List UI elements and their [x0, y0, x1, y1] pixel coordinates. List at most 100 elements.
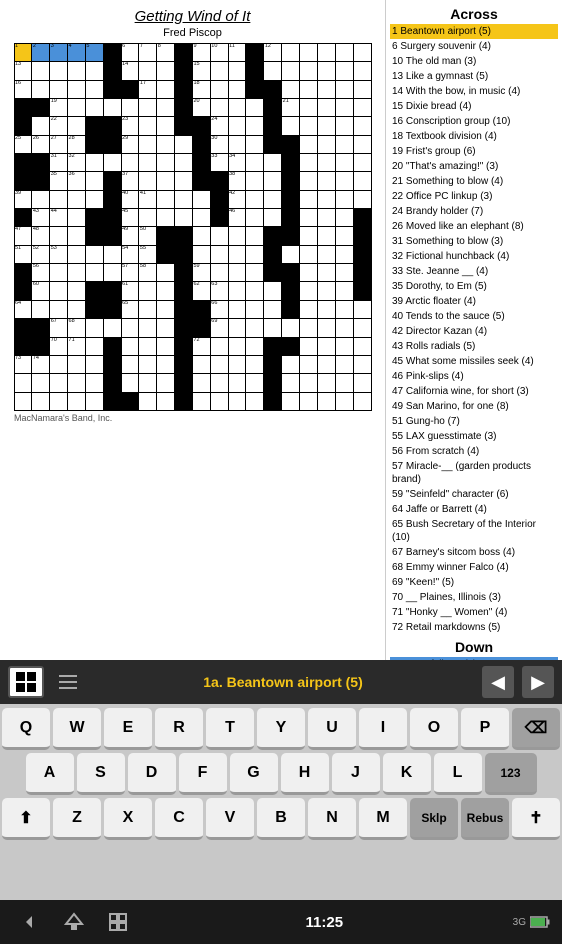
cell-13-8[interactable] [157, 282, 175, 300]
cell-13-18[interactable] [335, 282, 353, 300]
next-clue-button[interactable]: ▶ [522, 666, 554, 698]
cell-7-19[interactable] [353, 172, 371, 190]
across-clue-22[interactable]: 22 Office PC linkup (3) [390, 189, 558, 204]
cell-10-8[interactable] [157, 227, 175, 245]
cell-14-13[interactable] [246, 300, 264, 318]
cell-0-8[interactable]: 8 [157, 44, 175, 62]
across-clue-64[interactable]: 64 Jaffe or Barrett (4) [390, 502, 558, 517]
cell-2-13[interactable] [246, 80, 264, 98]
cell-5-5[interactable] [103, 135, 121, 153]
cell-16-10[interactable]: 72 [192, 337, 210, 355]
cell-3-17[interactable] [317, 99, 335, 117]
cell-12-13[interactable] [246, 264, 264, 282]
cell-6-11[interactable]: 33 [210, 154, 228, 172]
cell-14-1[interactable] [32, 300, 50, 318]
cell-4-3[interactable] [68, 117, 86, 135]
cell-14-0[interactable]: 64 [14, 300, 32, 318]
across-clue-69[interactable]: 69 "Keen!" (5) [390, 575, 558, 590]
clues-panel[interactable]: Across 1 Beantown airport (5)6 Surgery s… [385, 0, 562, 660]
cell-9-6[interactable]: 45 [121, 209, 139, 227]
cell-10-15[interactable] [282, 227, 300, 245]
cell-3-7[interactable] [139, 99, 157, 117]
cell-15-13[interactable] [246, 319, 264, 337]
cell-1-7[interactable] [139, 62, 157, 80]
cell-16-2[interactable]: 70 [50, 337, 68, 355]
cell-5-10[interactable] [192, 135, 210, 153]
cell-1-2[interactable] [50, 62, 68, 80]
cell-18-2[interactable] [50, 374, 68, 392]
cell-13-10[interactable]: 62 [192, 282, 210, 300]
cell-19-15[interactable] [282, 392, 300, 410]
cell-0-18[interactable] [335, 44, 353, 62]
cell-3-9[interactable] [175, 99, 193, 117]
cell-8-5[interactable] [103, 190, 121, 208]
recent-apps-button[interactable] [100, 904, 136, 940]
cell-14-19[interactable] [353, 300, 371, 318]
cell-19-0[interactable] [14, 392, 32, 410]
cell-1-16[interactable] [300, 62, 318, 80]
across-clue-13[interactable]: 13 Like a gymnast (5) [390, 69, 558, 84]
cell-18-0[interactable] [14, 374, 32, 392]
key-o[interactable]: O [410, 708, 458, 750]
cell-2-19[interactable] [353, 80, 371, 98]
across-clue-47[interactable]: 47 California wine, for short (3) [390, 384, 558, 399]
cell-19-10[interactable] [192, 392, 210, 410]
cell-9-2[interactable]: 44 [50, 209, 68, 227]
cell-1-0[interactable]: 13 [14, 62, 32, 80]
key-i[interactable]: I [359, 708, 407, 750]
cell-17-11[interactable] [210, 355, 228, 373]
cell-13-2[interactable] [50, 282, 68, 300]
cell-13-17[interactable] [317, 282, 335, 300]
cell-7-14[interactable] [264, 172, 282, 190]
cell-16-11[interactable] [210, 337, 228, 355]
cell-4-0[interactable] [14, 117, 32, 135]
across-clue-26[interactable]: 26 Moved like an elephant (8) [390, 219, 558, 234]
cell-15-15[interactable] [282, 319, 300, 337]
cell-12-16[interactable] [300, 264, 318, 282]
cell-8-6[interactable]: 40 [121, 190, 139, 208]
key-123[interactable]: 123 [485, 753, 537, 795]
cell-15-9[interactable] [175, 319, 193, 337]
cell-6-10[interactable] [192, 154, 210, 172]
across-clue-57[interactable]: 57 Miracle-__ (garden products brand) [390, 459, 558, 487]
cell-2-18[interactable] [335, 80, 353, 98]
cell-9-17[interactable] [317, 209, 335, 227]
cell-10-7[interactable]: 50 [139, 227, 157, 245]
cell-11-3[interactable] [68, 245, 86, 263]
cell-5-0[interactable]: 25 [14, 135, 32, 153]
cell-18-4[interactable] [85, 374, 103, 392]
cell-3-4[interactable] [85, 99, 103, 117]
cell-16-7[interactable] [139, 337, 157, 355]
grid-table[interactable]: 1234567891011121314151617181920212223242… [14, 43, 372, 411]
cell-18-19[interactable] [353, 374, 371, 392]
across-clue-43[interactable]: 43 Rolls radials (5) [390, 339, 558, 354]
cell-12-3[interactable] [68, 264, 86, 282]
cell-16-16[interactable] [300, 337, 318, 355]
cell-17-2[interactable] [50, 355, 68, 373]
cell-1-4[interactable] [85, 62, 103, 80]
cell-14-16[interactable] [300, 300, 318, 318]
cell-19-6[interactable] [121, 392, 139, 410]
cell-15-6[interactable] [121, 319, 139, 337]
cell-14-2[interactable] [50, 300, 68, 318]
cell-6-18[interactable] [335, 154, 353, 172]
cell-7-17[interactable] [317, 172, 335, 190]
cell-7-8[interactable] [157, 172, 175, 190]
cell-9-8[interactable] [157, 209, 175, 227]
cell-15-17[interactable] [317, 319, 335, 337]
cell-14-4[interactable] [85, 300, 103, 318]
across-clue-51[interactable]: 51 Gung-ho (7) [390, 414, 558, 429]
across-clue-45[interactable]: 45 What some missiles seek (4) [390, 354, 558, 369]
cell-4-4[interactable] [85, 117, 103, 135]
cell-12-2[interactable] [50, 264, 68, 282]
cell-4-8[interactable] [157, 117, 175, 135]
cell-12-7[interactable]: 58 [139, 264, 157, 282]
cell-12-5[interactable] [103, 264, 121, 282]
cell-14-12[interactable] [228, 300, 246, 318]
cell-5-6[interactable]: 29 [121, 135, 139, 153]
key-v[interactable]: V [206, 798, 254, 840]
cell-5-2[interactable]: 27 [50, 135, 68, 153]
cell-9-10[interactable] [192, 209, 210, 227]
cell-2-2[interactable] [50, 80, 68, 98]
cell-1-10[interactable]: 15 [192, 62, 210, 80]
